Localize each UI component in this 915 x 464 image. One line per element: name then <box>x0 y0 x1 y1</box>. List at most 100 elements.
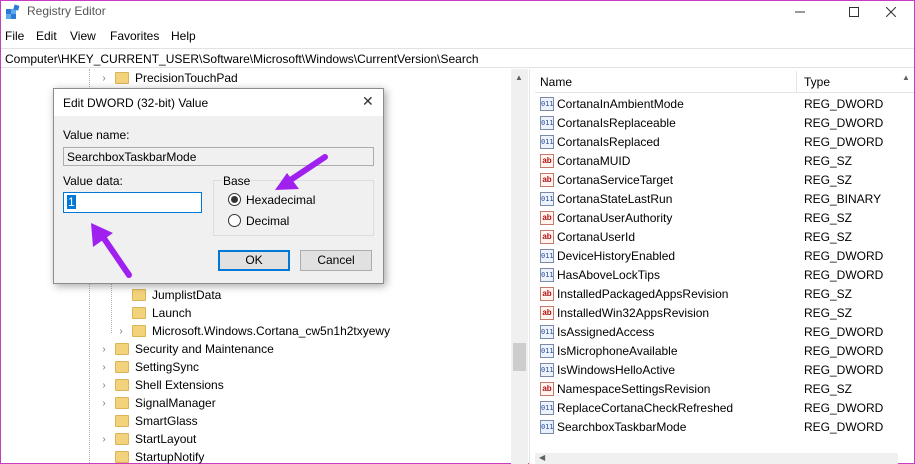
column-type-header[interactable]: Type <box>804 75 830 89</box>
tree-item-label: Microsoft.Windows.Cortana_cw5n1h2txyewy <box>152 324 391 338</box>
address-bar[interactable]: Computer\HKEY_CURRENT_USER\Software\Micr… <box>1 48 914 68</box>
scroll-up-icon[interactable]: ▲ <box>902 73 910 82</box>
column-separator[interactable] <box>796 71 797 93</box>
list-item[interactable]: ab CortanaUserId REG_SZ <box>535 228 914 247</box>
chevron-right-icon[interactable]: › <box>99 344 109 355</box>
tree-item-label: PrecisionTouchPad <box>135 71 238 85</box>
value-name: CortanaUserAuthority <box>557 211 673 225</box>
chevron-right-icon[interactable]: › <box>116 326 126 337</box>
value-type: REG_SZ <box>804 173 853 187</box>
menu-favorites[interactable]: Favorites <box>110 29 159 43</box>
hexadecimal-radio[interactable] <box>228 193 241 206</box>
tree-item-label: SmartGlass <box>135 414 198 428</box>
dialog-title: Edit DWORD (32-bit) Value <box>63 96 209 110</box>
registry-editor-icon <box>6 4 20 19</box>
dword-icon: 011 <box>540 401 554 415</box>
dialog-close-icon[interactable]: ✕ <box>362 93 374 110</box>
list-item[interactable]: 011 DeviceHistoryEnabled REG_DWORD <box>535 247 914 266</box>
folder-icon <box>115 72 129 84</box>
column-name-header[interactable]: Name <box>540 75 572 89</box>
minimize-button[interactable] <box>777 1 823 23</box>
menu-help[interactable]: Help <box>171 29 196 43</box>
value-name: CortanaIsReplaceable <box>557 116 676 130</box>
folder-icon <box>115 361 129 373</box>
list-item[interactable]: ab CortanaMUID REG_SZ <box>535 152 914 171</box>
value-name: IsWindowsHelloActive <box>557 363 676 377</box>
dword-icon: 011 <box>540 116 554 130</box>
string-icon: ab <box>540 173 554 187</box>
tree-item[interactable]: › SignalManager <box>99 394 215 412</box>
decimal-label[interactable]: Decimal <box>246 214 289 228</box>
tree-item-label: Shell Extensions <box>135 378 224 392</box>
list-item[interactable]: ab InstalledWin32AppsRevision REG_SZ <box>535 304 914 323</box>
list-item[interactable]: 011 ReplaceCortanaCheckRefreshed REG_DWORD <box>535 399 914 418</box>
list-item[interactable]: 011 CortanaStateLastRun REG_BINARY <box>535 190 914 209</box>
tree-item[interactable]: › Microsoft.Windows.Cortana_cw5n1h2txyew… <box>116 322 390 340</box>
tree-item-label: StartLayout <box>135 432 197 446</box>
address-path[interactable]: Computer\HKEY_CURRENT_USER\Software\Micr… <box>5 52 479 66</box>
dword-icon: 011 <box>540 97 554 111</box>
folder-icon <box>115 397 129 409</box>
value-type: REG_BINARY <box>804 192 882 206</box>
value-data-label: Value data: <box>63 174 123 188</box>
list-item[interactable]: ab CortanaUserAuthority REG_SZ <box>535 209 914 228</box>
tree-item[interactable]: › PrecisionTouchPad <box>99 69 238 87</box>
tree-item[interactable]: › StartLayout <box>99 430 196 448</box>
string-icon: ab <box>540 382 554 396</box>
tree-scrollbar[interactable]: ▲ <box>511 69 528 464</box>
tree-item[interactable]: Launch <box>116 304 191 322</box>
folder-icon <box>115 433 129 445</box>
tree-item[interactable]: › Security and Maintenance <box>99 340 273 358</box>
tree-item[interactable]: › SettingSync <box>99 358 199 376</box>
string-icon: ab <box>540 211 554 225</box>
list-item[interactable]: 011 SearchboxTaskbarMode REG_DWORD <box>535 418 914 437</box>
scroll-left-icon[interactable]: ◀ <box>539 453 545 462</box>
cancel-button[interactable]: Cancel <box>300 250 372 271</box>
value-type: REG_DWORD <box>804 97 884 111</box>
list-item[interactable]: 011 IsMicrophoneAvailable REG_DWORD <box>535 342 914 361</box>
tree-item-label: StartupNotify <box>135 450 205 464</box>
menu-file[interactable]: File <box>5 29 24 43</box>
value-name: CortanaStateLastRun <box>557 192 673 206</box>
list-horizontal-scrollbar[interactable]: ◀ <box>535 453 898 464</box>
list-item[interactable]: 011 CortanaIsReplaced REG_DWORD <box>535 133 914 152</box>
scroll-up-icon[interactable]: ▲ <box>515 73 523 82</box>
scroll-thumb[interactable] <box>513 343 526 371</box>
chevron-right-icon[interactable]: › <box>99 434 109 445</box>
tree-item[interactable]: StartupNotify <box>99 448 204 464</box>
title-bar: Registry Editor <box>1 1 914 23</box>
list-item[interactable]: 011 IsAssignedAccess REG_DWORD <box>535 323 914 342</box>
dword-icon: 011 <box>540 249 554 263</box>
list-item[interactable]: 011 HasAboveLockTips REG_DWORD <box>535 266 914 285</box>
string-icon: ab <box>540 287 554 301</box>
chevron-right-icon[interactable]: › <box>99 380 109 391</box>
value-name: NamespaceSettingsRevision <box>557 382 711 396</box>
list-item[interactable]: ab NamespaceSettingsRevision REG_SZ <box>535 380 914 399</box>
list-item[interactable]: 011 CortanaInAmbientMode REG_DWORD <box>535 95 914 114</box>
list-item[interactable]: ab InstalledPackagedAppsRevision REG_SZ <box>535 285 914 304</box>
registry-editor-window: Registry Editor File Edit View Favorites… <box>0 0 915 464</box>
tree-item[interactable]: JumplistData <box>116 286 221 304</box>
value-data-input[interactable]: 1 <box>63 192 202 213</box>
value-type: REG_DWORD <box>804 249 884 263</box>
list-item[interactable]: 011 CortanaIsReplaceable REG_DWORD <box>535 114 914 133</box>
menu-view[interactable]: View <box>70 29 96 43</box>
tree-item[interactable]: SmartGlass <box>99 412 198 430</box>
close-button[interactable] <box>868 1 914 23</box>
menu-edit[interactable]: Edit <box>36 29 57 43</box>
list-item[interactable]: ab CortanaServiceTarget REG_SZ <box>535 171 914 190</box>
dword-icon: 011 <box>540 344 554 358</box>
tree-guide-line <box>111 283 112 333</box>
chevron-right-icon[interactable]: › <box>99 362 109 373</box>
value-name: CortanaServiceTarget <box>557 173 674 187</box>
folder-icon <box>132 325 146 337</box>
chevron-right-icon[interactable]: › <box>99 398 109 409</box>
value-name: CortanaMUID <box>557 154 631 168</box>
ok-button[interactable]: OK <box>218 250 290 271</box>
chevron-right-icon[interactable]: › <box>99 73 109 84</box>
tree-item[interactable]: › Shell Extensions <box>99 376 224 394</box>
list-scrollbar[interactable]: ▲ <box>898 69 914 464</box>
list-header: Name Type <box>535 71 914 93</box>
decimal-radio[interactable] <box>228 214 241 227</box>
list-item[interactable]: 011 IsWindowsHelloActive REG_DWORD <box>535 361 914 380</box>
